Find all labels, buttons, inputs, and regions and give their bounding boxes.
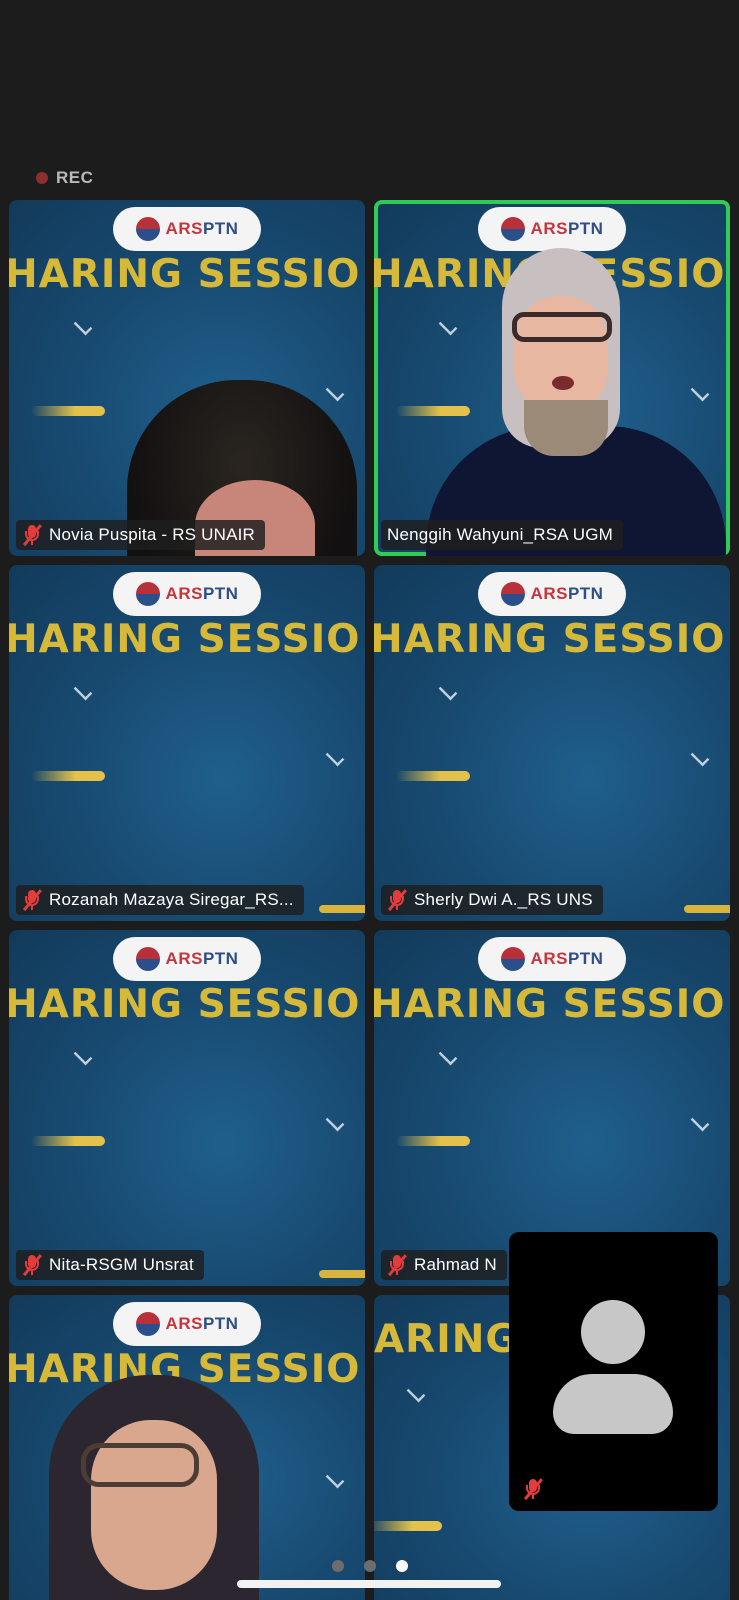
ars-ptn-logo: ARSPTN <box>478 572 626 616</box>
mic-off-icon <box>523 1478 543 1500</box>
record-dot-icon <box>36 172 48 184</box>
home-indicator[interactable] <box>237 1580 501 1588</box>
self-view-window[interactable] <box>509 1232 718 1511</box>
ars-ptn-logo: ARSPTN <box>113 572 261 616</box>
participant-name: Rozanah Mazaya Siregar_RS... <box>49 890 294 909</box>
video-tile[interactable]: ARSPTN HARING SESSIO Sherly Dwi A._RS UN… <box>374 565 730 921</box>
page-indicator[interactable] <box>332 1560 408 1572</box>
video-tile-active-speaker[interactable]: ARSPTN HARING SESSIO Nenggih Wahyuni_RSA… <box>374 200 730 556</box>
ars-ptn-logo: ARSPTN <box>113 1302 261 1346</box>
background-banner-text: HARING SESSIO <box>374 982 726 1027</box>
video-tile[interactable]: ARSPTN HARING SESSIO Novia Puspita - RS … <box>9 200 365 556</box>
participant-name-tag: Rozanah Mazaya Siregar_RS... <box>16 885 304 915</box>
mic-off-icon <box>22 524 42 546</box>
participant-name-tag: Novia Puspita - RS UNAIR <box>16 520 266 550</box>
recording-indicator: REC <box>36 168 93 188</box>
page-dot-1[interactable] <box>332 1560 344 1572</box>
background-banner-text: HARING SESSIO <box>9 252 361 297</box>
ars-ptn-logo: ARSPTN <box>478 207 626 251</box>
participant-name: Sherly Dwi A._RS UNS <box>414 890 593 909</box>
mic-off-icon <box>22 889 42 911</box>
participant-name-tag: Sherly Dwi A._RS UNS <box>381 885 603 915</box>
mic-off-icon <box>387 1254 407 1276</box>
ars-ptn-logo: ARSPTN <box>113 207 261 251</box>
background-banner-text: HARING SESSIO <box>9 982 361 1027</box>
background-banner-text: HARING SESSIO <box>374 617 726 662</box>
mic-off-icon <box>387 889 407 911</box>
participant-name: Nita-RSGM Unsrat <box>49 1255 194 1274</box>
person-avatar-icon <box>581 1300 645 1364</box>
mic-off-icon <box>22 1254 42 1276</box>
video-tile[interactable]: ARSPTN HARING SESSIO <box>9 1295 365 1600</box>
background-banner-text: HARING SESSIO <box>9 617 361 662</box>
participant-name-tag: Rahmad N <box>381 1250 507 1280</box>
page-dot-3-current[interactable] <box>396 1560 408 1572</box>
participant-name-tag: Nita-RSGM Unsrat <box>16 1250 204 1280</box>
participant-name-tag: Nenggih Wahyuni_RSA UGM <box>381 520 624 550</box>
participant-name: Rahmad N <box>414 1255 497 1274</box>
ars-ptn-logo: ARSPTN <box>113 937 261 981</box>
video-tile[interactable]: ARSPTN HARING SESSIO Nita-RSGM Unsrat <box>9 930 365 1286</box>
page-dot-2[interactable] <box>364 1560 376 1572</box>
ars-ptn-logo: ARSPTN <box>478 937 626 981</box>
recording-label: REC <box>56 168 94 187</box>
video-tile[interactable]: ARSPTN HARING SESSIO Rozanah Mazaya Sire… <box>9 565 365 921</box>
participant-name: Novia Puspita - RS UNAIR <box>49 525 256 544</box>
participant-name: Nenggih Wahyuni_RSA UGM <box>387 525 614 544</box>
